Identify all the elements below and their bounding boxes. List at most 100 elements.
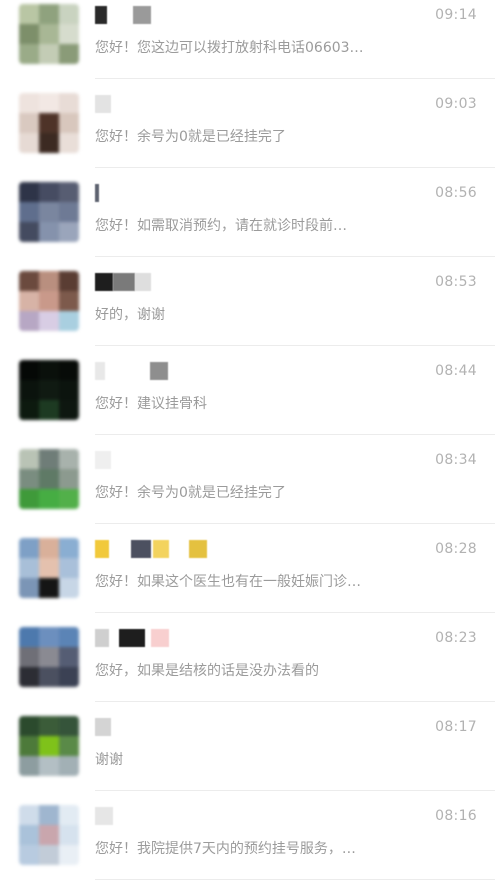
avatar-mosaic-cell — [19, 805, 39, 825]
contact-avatar[interactable] — [19, 449, 79, 509]
contact-avatar[interactable] — [19, 627, 79, 687]
avatar-mosaic-cell — [39, 716, 59, 736]
avatar-mosaic-cell — [19, 578, 39, 598]
avatar-mosaic-cell — [59, 311, 79, 331]
message-time: 08:44 — [435, 363, 477, 379]
avatar-mosaic-cell — [39, 845, 59, 865]
name-mosaic-block — [95, 718, 111, 736]
avatar-mosaic-cell — [59, 825, 79, 845]
avatar-mosaic-cell — [39, 756, 59, 776]
name-mosaic-block — [95, 807, 113, 825]
avatar-mosaic-cell — [59, 133, 79, 153]
name-mosaic-block — [95, 95, 111, 113]
avatar-mosaic-cell — [59, 113, 79, 133]
contact-avatar[interactable] — [19, 538, 79, 598]
avatar-mosaic-cell — [19, 845, 39, 865]
conversation-item[interactable]: 08:53 好的，谢谢 — [0, 257, 495, 346]
avatar-mosaic-cell — [39, 647, 59, 667]
avatar-mosaic-cell — [19, 489, 39, 509]
avatar-mosaic-cell — [19, 558, 39, 578]
avatar-mosaic-cell — [59, 845, 79, 865]
name-mosaic-block — [131, 540, 151, 558]
avatar-mosaic-cell — [39, 489, 59, 509]
contact-name-redacted — [95, 360, 415, 384]
conversation-item[interactable]: 08:44 您好！建议挂骨科 — [0, 346, 495, 435]
contact-avatar[interactable] — [19, 93, 79, 153]
avatar-mosaic-cell — [59, 93, 79, 113]
avatar-mosaic-cell — [39, 469, 59, 489]
name-mosaic-block — [119, 629, 145, 647]
conversation-item[interactable]: 08:23 您好，如果是结核的话是没办法看的 — [0, 613, 495, 702]
avatar-mosaic-cell — [59, 202, 79, 222]
conversation-item[interactable]: 08:16 您好！我院提供7天内的预约挂号服务，… — [0, 791, 495, 880]
name-mosaic-block — [95, 184, 99, 202]
contact-avatar[interactable] — [19, 271, 79, 331]
avatar-mosaic-cell — [39, 182, 59, 202]
avatar-mosaic-cell — [19, 360, 39, 380]
avatar-mosaic-cell — [39, 291, 59, 311]
message-preview: 您好！建议挂骨科 — [95, 396, 207, 412]
contact-name-redacted — [95, 93, 415, 117]
avatar-mosaic-cell — [19, 449, 39, 469]
contact-avatar[interactable] — [19, 805, 79, 865]
avatar-mosaic-cell — [39, 222, 59, 242]
message-time: 08:16 — [435, 808, 477, 824]
message-preview: 您好！您这边可以拨打放射科电话06603… — [95, 40, 364, 56]
conversation-item[interactable]: 08:28 您好！如果这个医生也有在一般妊娠门诊… — [0, 524, 495, 613]
avatar-mosaic-cell — [19, 400, 39, 420]
contact-avatar[interactable] — [19, 716, 79, 776]
name-mosaic-block — [150, 362, 168, 380]
contact-name-redacted — [95, 449, 415, 473]
conversation-item[interactable]: 08:17 谢谢 — [0, 702, 495, 791]
avatar-mosaic-cell — [39, 825, 59, 845]
avatar-mosaic-cell — [39, 805, 59, 825]
avatar-mosaic-cell — [19, 44, 39, 64]
avatar-mosaic-cell — [19, 311, 39, 331]
contact-name-redacted — [95, 716, 415, 740]
avatar-mosaic-cell — [19, 716, 39, 736]
conversation-item[interactable]: 09:14 您好！您这边可以拨打放射科电话06603… — [0, 0, 495, 79]
message-time: 08:34 — [435, 452, 477, 468]
avatar-mosaic-cell — [39, 44, 59, 64]
avatar-mosaic-cell — [59, 271, 79, 291]
avatar-mosaic-cell — [39, 449, 59, 469]
avatar-mosaic-cell — [59, 667, 79, 687]
avatar-mosaic-cell — [39, 93, 59, 113]
message-time: 08:23 — [435, 630, 477, 646]
contact-avatar[interactable] — [19, 182, 79, 242]
avatar-mosaic-cell — [19, 202, 39, 222]
avatar-mosaic-cell — [39, 538, 59, 558]
conversation-item[interactable]: 08:34 您好！余号为0就是已经挂完了 — [0, 435, 495, 524]
contact-avatar[interactable] — [19, 4, 79, 64]
avatar-mosaic-cell — [19, 133, 39, 153]
message-preview: 您好！余号为0就是已经挂完了 — [95, 485, 286, 501]
message-preview: 好的，谢谢 — [95, 307, 165, 323]
message-preview: 谢谢 — [95, 752, 123, 768]
name-mosaic-block — [95, 540, 109, 558]
conversation-item[interactable]: 09:03 您好！余号为0就是已经挂完了 — [0, 79, 495, 168]
avatar-mosaic-cell — [59, 449, 79, 469]
avatar-mosaic-cell — [19, 291, 39, 311]
avatar-mosaic-cell — [39, 113, 59, 133]
message-preview: 您好！如果这个医生也有在一般妊娠门诊… — [95, 574, 361, 590]
avatar-mosaic-cell — [19, 222, 39, 242]
avatar-mosaic-cell — [59, 222, 79, 242]
avatar-mosaic-cell — [59, 489, 79, 509]
contact-avatar[interactable] — [19, 360, 79, 420]
avatar-mosaic-cell — [19, 756, 39, 776]
avatar-mosaic-cell — [59, 469, 79, 489]
avatar-mosaic-cell — [59, 716, 79, 736]
avatar-mosaic-cell — [39, 24, 59, 44]
avatar-mosaic-cell — [39, 133, 59, 153]
message-preview: 您好，如果是结核的话是没办法看的 — [95, 663, 319, 679]
message-preview: 您好！如需取消预约，请在就诊时段前… — [95, 218, 347, 234]
avatar-mosaic-cell — [39, 558, 59, 578]
avatar-mosaic-cell — [39, 4, 59, 24]
name-mosaic-block — [135, 273, 151, 291]
avatar-mosaic-cell — [39, 627, 59, 647]
avatar-mosaic-cell — [19, 182, 39, 202]
conversation-item[interactable]: 08:56 您好！如需取消预约，请在就诊时段前… — [0, 168, 495, 257]
avatar-mosaic-cell — [59, 182, 79, 202]
avatar-mosaic-cell — [19, 469, 39, 489]
avatar-mosaic-cell — [19, 113, 39, 133]
